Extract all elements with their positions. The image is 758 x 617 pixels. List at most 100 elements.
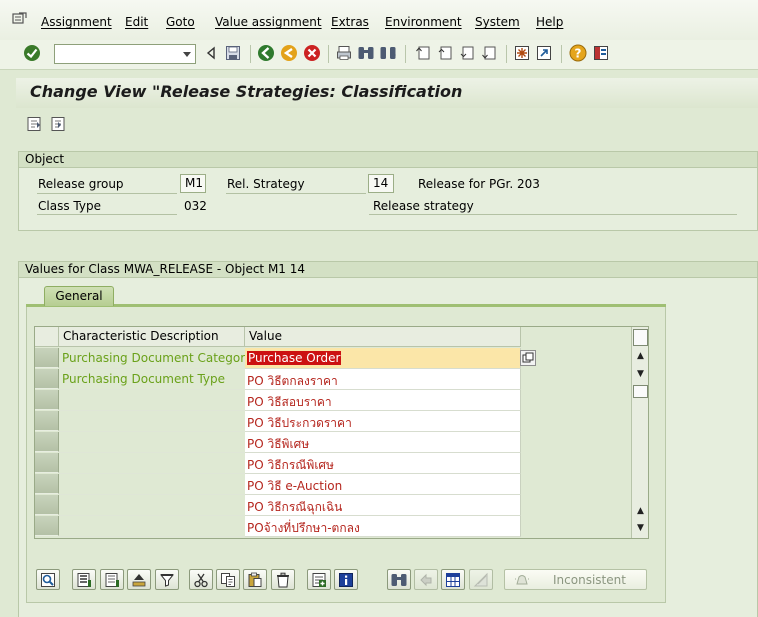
menu-value-assignment[interactable]: Value assignment xyxy=(215,15,322,29)
undo-button[interactable] xyxy=(414,569,438,590)
row-selector[interactable] xyxy=(35,369,59,389)
characteristic-value-input[interactable]: PO วิธีกรณีฉุกเฉิน xyxy=(245,495,521,516)
row-selector[interactable] xyxy=(35,474,59,494)
row-selector[interactable] xyxy=(35,516,59,536)
application-toolbar xyxy=(16,108,758,140)
info-button[interactable] xyxy=(334,569,358,590)
details-button[interactable] xyxy=(36,569,60,590)
column-config-icon[interactable] xyxy=(633,329,648,346)
deselect-all-button[interactable] xyxy=(100,569,124,590)
next-entry-icon[interactable] xyxy=(48,114,68,134)
column-header-value[interactable]: Value xyxy=(245,327,521,347)
new-session-icon[interactable] xyxy=(512,43,532,63)
row-selector[interactable] xyxy=(35,411,59,431)
print-icon[interactable] xyxy=(334,43,354,63)
toolbar-separator xyxy=(405,45,406,63)
vertical-scrollbar[interactable]: ▲ ▼ ▲ ▼ xyxy=(631,327,648,538)
row-selector[interactable] xyxy=(35,432,59,452)
select-all-header[interactable] xyxy=(35,327,59,347)
inconsistent-label: Inconsistent xyxy=(553,573,626,587)
menu-goto[interactable]: Goto xyxy=(166,15,195,29)
scroll-page-up-icon[interactable]: ▲ xyxy=(634,505,647,518)
previous-entry-icon[interactable] xyxy=(24,114,44,134)
sort-button[interactable] xyxy=(127,569,151,590)
delete-button[interactable] xyxy=(271,569,295,590)
rel-strategy-label: Rel. Strategy xyxy=(227,177,305,191)
command-field[interactable] xyxy=(54,44,196,64)
characteristic-description xyxy=(59,453,245,474)
characteristic-value-input[interactable]: PO วิธี e-Auction xyxy=(245,474,521,495)
toolbar-separator xyxy=(250,45,251,63)
select-all-button[interactable] xyxy=(72,569,96,590)
back-arrow-icon[interactable] xyxy=(201,43,221,63)
menu-help[interactable]: Help xyxy=(536,15,563,29)
characteristic-description: Purchasing Document Category xyxy=(59,348,252,369)
release-strategy-text: Release strategy xyxy=(373,199,474,213)
inconsistent-button[interactable]: Inconsistent xyxy=(504,569,647,590)
menu-extras[interactable]: Extras xyxy=(331,15,369,29)
scroll-down-icon[interactable]: ▼ xyxy=(634,368,647,381)
menu-environment[interactable]: Environment xyxy=(385,15,462,29)
characteristic-description xyxy=(59,432,245,453)
tab-general[interactable]: General xyxy=(44,286,114,306)
table-settings-button[interactable] xyxy=(441,569,465,590)
row-selector[interactable] xyxy=(35,390,59,410)
screen-title-bar: Change View "Release Strategies: Classif… xyxy=(16,78,758,108)
paste-button[interactable] xyxy=(243,569,267,590)
scroll-thumb[interactable] xyxy=(633,385,648,398)
checkmark-button[interactable] xyxy=(469,569,493,590)
cut-button[interactable] xyxy=(189,569,213,590)
row-selector[interactable] xyxy=(35,453,59,473)
row-selector[interactable] xyxy=(35,348,59,368)
system-menu-icon[interactable] xyxy=(12,12,28,29)
characteristic-value-input[interactable]: Purchase Order xyxy=(245,348,521,369)
value-help-icon[interactable] xyxy=(520,350,536,366)
menu-assignment[interactable]: Assignment xyxy=(41,15,112,29)
command-input[interactable] xyxy=(55,45,175,63)
exit-icon[interactable] xyxy=(279,43,299,63)
cancel-icon[interactable] xyxy=(302,43,322,63)
characteristic-description xyxy=(59,390,245,411)
label-underline xyxy=(37,214,177,215)
previous-page-icon[interactable] xyxy=(435,43,455,63)
chevron-down-icon[interactable] xyxy=(183,52,191,57)
last-page-icon[interactable] xyxy=(479,43,499,63)
back-icon[interactable] xyxy=(256,43,276,63)
characteristic-value-input[interactable]: PO วิธีประกวดราคา xyxy=(245,411,521,432)
find-in-table-button[interactable] xyxy=(387,569,411,590)
tabstrip-line xyxy=(26,304,666,307)
menu-system[interactable]: System xyxy=(475,15,520,29)
copy-button[interactable] xyxy=(216,569,240,590)
page-title: Change View "Release Strategies: Classif… xyxy=(30,82,463,101)
characteristic-value-input[interactable]: PO วิธีสอบราคา xyxy=(245,390,521,411)
scroll-up-icon[interactable]: ▲ xyxy=(634,350,647,363)
characteristic-value-input[interactable]: PO วิธีตกลงราคา xyxy=(245,369,521,390)
class-type-label: Class Type xyxy=(38,199,101,213)
release-group-field[interactable]: M1 xyxy=(180,174,206,193)
layout-menu-icon[interactable] xyxy=(591,43,611,63)
characteristic-value-input[interactable]: POจ้างที่ปรึกษา-ตกลง xyxy=(245,516,521,537)
find-icon[interactable] xyxy=(356,43,376,63)
toolbar-separator xyxy=(561,45,562,63)
scroll-page-down-icon[interactable]: ▼ xyxy=(634,522,647,535)
next-page-icon[interactable] xyxy=(457,43,477,63)
label-underline xyxy=(37,193,177,194)
help-icon[interactable]: ? xyxy=(568,43,588,63)
characteristic-value-input[interactable]: PO วิธีกรณีพิเศษ xyxy=(245,453,521,474)
enter-icon[interactable] xyxy=(22,43,42,63)
menu-edit[interactable]: Edit xyxy=(125,15,148,29)
save-icon[interactable] xyxy=(223,43,243,63)
values-group-title: Values for Class MWA_RELEASE - Object M1… xyxy=(25,262,306,276)
svg-text:?: ? xyxy=(575,47,582,61)
create-shortcut-icon[interactable] xyxy=(534,43,554,63)
row-selector[interactable] xyxy=(35,495,59,515)
find-next-icon[interactable] xyxy=(378,43,398,63)
toolbar-separator xyxy=(328,45,329,63)
filter-button[interactable] xyxy=(155,569,179,590)
column-header-description[interactable]: Characteristic Description xyxy=(59,327,245,347)
class-type-value: 032 xyxy=(184,199,207,213)
first-page-icon[interactable] xyxy=(413,43,433,63)
insert-row-button[interactable] xyxy=(307,569,331,590)
rel-strategy-field[interactable]: 14 xyxy=(368,174,394,193)
characteristic-value-input[interactable]: PO วิธีพิเศษ xyxy=(245,432,521,453)
